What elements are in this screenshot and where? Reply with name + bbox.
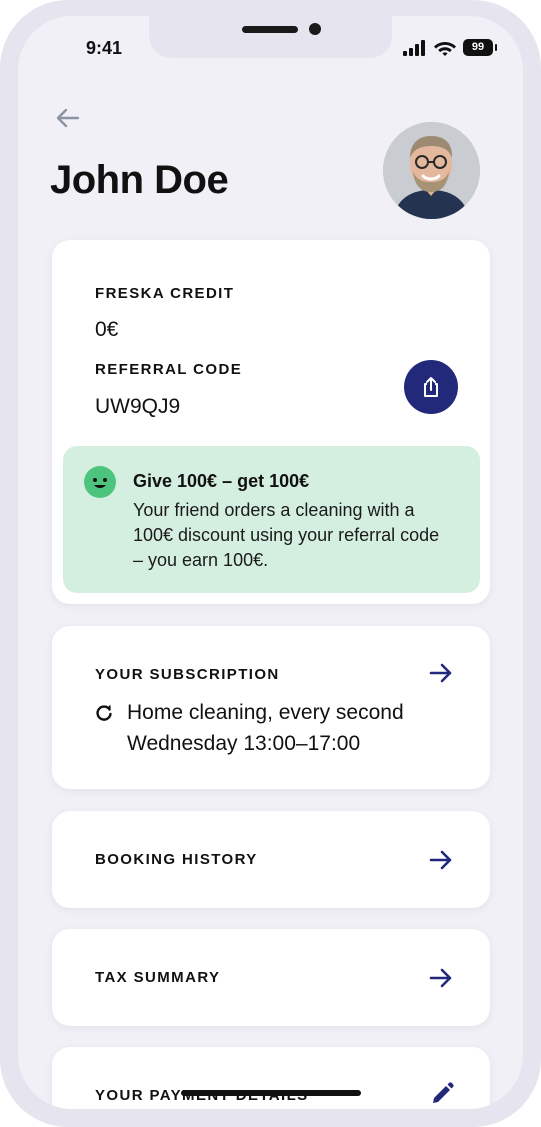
tax-summary-card[interactable]: TAX SUMMARY	[52, 929, 490, 1026]
tax-summary-label: TAX SUMMARY	[95, 969, 221, 986]
pencil-icon[interactable]	[429, 1081, 455, 1107]
smiley-icon	[84, 466, 116, 498]
subscription-label: YOUR SUBSCRIPTION	[95, 666, 280, 683]
status-icons: 99	[403, 39, 497, 56]
booking-history-card[interactable]: BOOKING HISTORY	[52, 811, 490, 908]
speaker	[242, 26, 298, 33]
phone-frame: 9:41 99 John Doe FRESKA CREDIT 0€ REFERR…	[0, 0, 541, 1127]
page-title: John Doe	[50, 158, 229, 202]
referral-promo-banner: Give 100€ – get 100€ Your friend orders …	[63, 446, 480, 593]
signal-icon	[403, 39, 425, 56]
arrow-right-icon[interactable]	[428, 660, 454, 686]
arrow-right-icon[interactable]	[428, 965, 454, 991]
promo-text: Your friend orders a cleaning with a 100…	[133, 500, 440, 570]
arrow-left-icon	[56, 108, 80, 128]
booking-history-label: BOOKING HISTORY	[95, 851, 258, 868]
payment-details-card[interactable]: YOUR PAYMENT DETAILS	[52, 1047, 490, 1109]
credit-label: FRESKA CREDIT	[95, 285, 235, 302]
arrow-right-icon[interactable]	[428, 847, 454, 873]
back-button[interactable]	[54, 104, 82, 132]
wifi-icon	[434, 42, 456, 56]
credit-card: FRESKA CREDIT 0€ REFERRAL CODE UW9QJ9 Gi…	[52, 240, 490, 604]
phone-screen: 9:41 99 John Doe FRESKA CREDIT 0€ REFERR…	[18, 16, 523, 1109]
avatar[interactable]	[383, 122, 480, 219]
battery-icon: 99	[463, 39, 497, 56]
share-button[interactable]	[404, 360, 458, 414]
home-indicator[interactable]	[181, 1090, 361, 1096]
avatar-image	[383, 122, 480, 219]
credit-value: 0€	[95, 318, 119, 341]
subscription-card[interactable]: YOUR SUBSCRIPTION Home cleaning, every s…	[52, 626, 490, 789]
subscription-details: Home cleaning, every second Wednesday 13…	[127, 701, 404, 755]
referral-code-value: UW9QJ9	[95, 395, 181, 418]
notch	[149, 16, 392, 58]
referral-code-label: REFERRAL CODE	[95, 361, 243, 378]
camera	[309, 23, 321, 35]
share-icon	[424, 377, 438, 397]
refresh-icon	[96, 704, 112, 721]
promo-title: Give 100€ – get 100€	[133, 471, 310, 491]
status-time: 9:41	[86, 38, 123, 58]
